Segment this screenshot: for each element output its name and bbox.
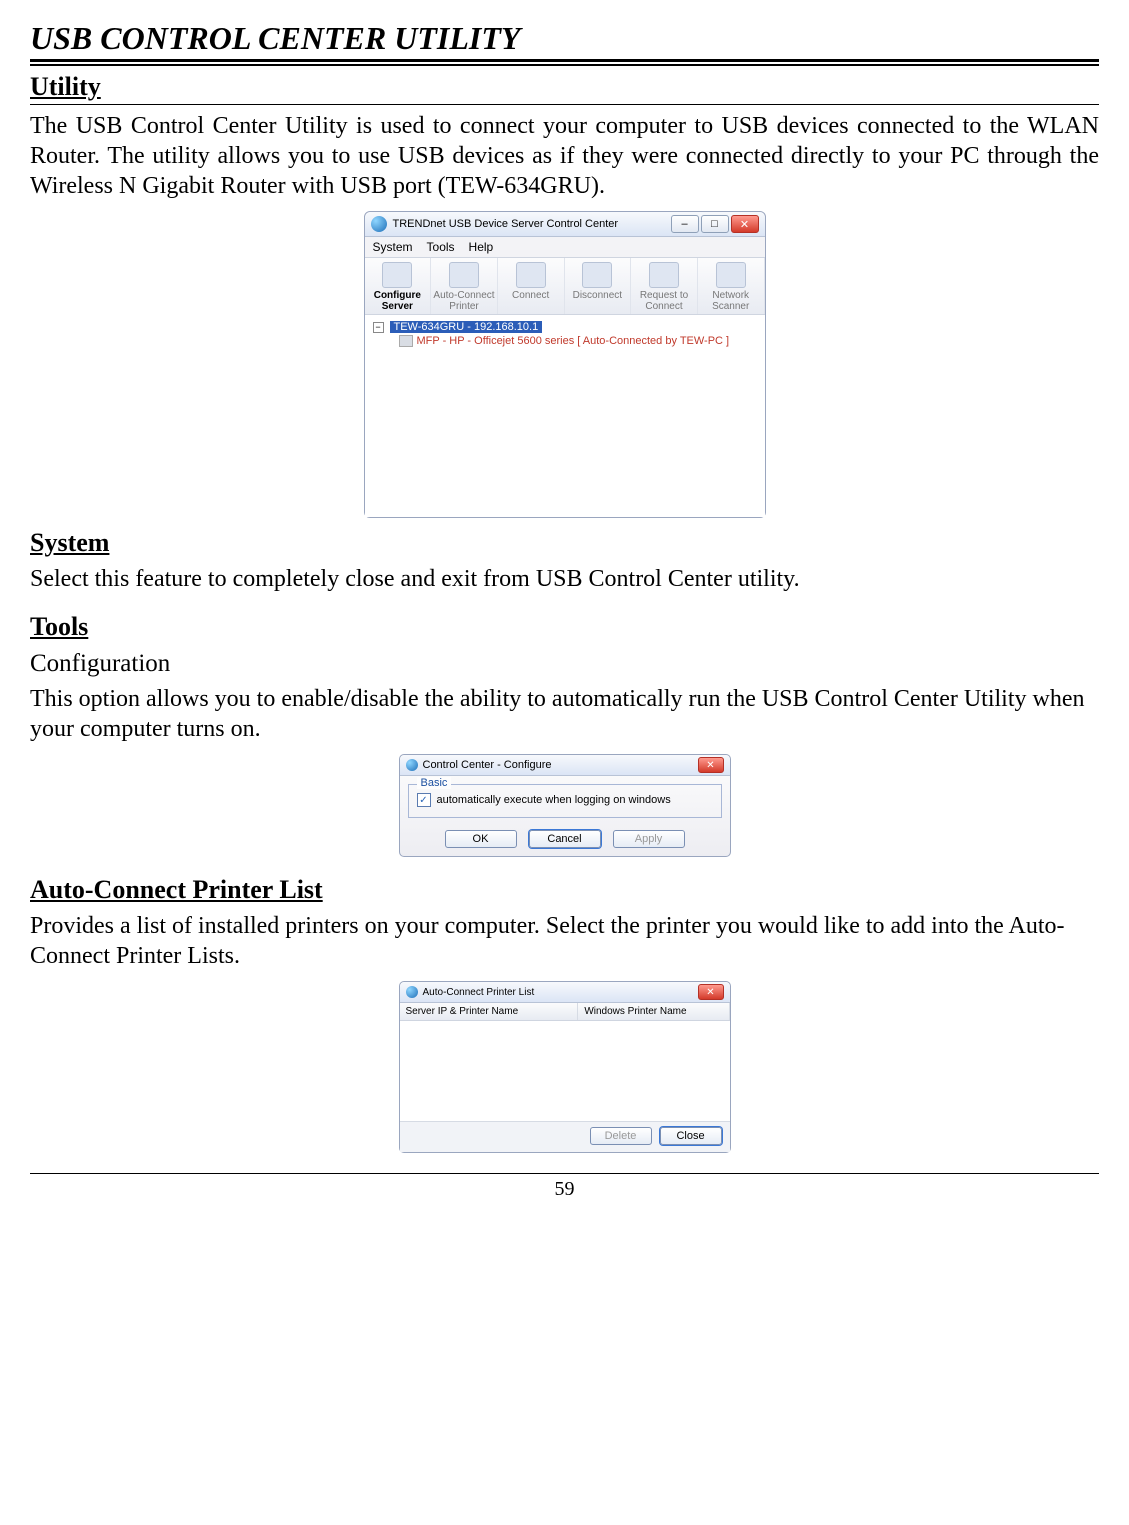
menu-help[interactable]: Help: [469, 240, 494, 254]
page-title: USB CONTROL CENTER UTILITY: [30, 20, 1099, 62]
utility-paragraph: The USB Control Center Utility is used t…: [30, 111, 1099, 201]
dialog-titlebar: Control Center - Configure ✕: [400, 755, 730, 776]
dialog-button-row: OK Cancel Apply: [400, 826, 730, 856]
autoconnect-heading: Auto-Connect Printer List: [30, 875, 1099, 905]
page-number: 59: [555, 1178, 575, 1200]
toolbar-network-scanner[interactable]: Network Scanner: [698, 258, 765, 314]
acpl-dialog: Auto-Connect Printer List ✕ Server IP & …: [399, 981, 731, 1153]
configure-server-icon: [382, 262, 412, 288]
toolbar-label: Auto-Connect Printer: [433, 290, 494, 312]
autoconnect-paragraph: Provides a list of installed printers on…: [30, 911, 1099, 971]
utility-heading: Utility: [30, 72, 1099, 105]
request-connect-icon: [649, 262, 679, 288]
tree-child-label: MFP - HP - Officejet 5600 series [ Auto-…: [417, 335, 730, 347]
close-button[interactable]: Close: [660, 1127, 722, 1145]
col-server-ip[interactable]: Server IP & Printer Name: [400, 1003, 579, 1020]
delete-button[interactable]: Delete: [590, 1127, 652, 1145]
basic-group: Basic ✓ automatically execute when loggi…: [408, 784, 722, 818]
acpl-list-body[interactable]: [400, 1021, 730, 1121]
tree-root-label: TEW-634GRU - 192.168.10.1: [390, 321, 543, 333]
close-icon: ✕: [740, 218, 749, 231]
maximize-icon: □: [711, 218, 718, 230]
dialog-icon: [406, 759, 418, 771]
auto-connect-printer-icon: [449, 262, 479, 288]
system-paragraph: Select this feature to completely close …: [30, 564, 1099, 594]
app-icon: [371, 216, 387, 232]
acpl-close-button[interactable]: ✕: [698, 984, 724, 1000]
tree-expand-icon[interactable]: −: [373, 322, 384, 333]
network-scanner-icon: [716, 262, 746, 288]
dialog-close-button[interactable]: ✕: [698, 757, 724, 773]
printer-icon: [399, 335, 413, 347]
toolbar-auto-connect-printer[interactable]: Auto-Connect Printer: [431, 258, 498, 314]
menu-system[interactable]: System: [373, 240, 413, 254]
minimize-button[interactable]: –: [671, 215, 699, 233]
menu-tools[interactable]: Tools: [427, 240, 455, 254]
col-windows-printer[interactable]: Windows Printer Name: [578, 1003, 729, 1020]
disconnect-icon: [582, 262, 612, 288]
device-tree: − TEW-634GRU - 192.168.10.1 MFP - HP - O…: [365, 315, 765, 517]
toolbar-label: Configure Server: [374, 290, 421, 312]
checkbox-label: automatically execute when logging on wi…: [437, 794, 671, 806]
toolbar-connect[interactable]: Connect: [498, 258, 565, 314]
toolbar-label: Disconnect: [573, 290, 622, 301]
acpl-list-header: Server IP & Printer Name Windows Printer…: [400, 1003, 730, 1021]
system-heading: System: [30, 528, 1099, 558]
page-footer: 59: [30, 1173, 1099, 1201]
toolbar: Configure Server Auto-Connect Printer Co…: [365, 258, 765, 315]
toolbar-label: Network Scanner: [712, 290, 749, 312]
toolbar-configure-server[interactable]: Configure Server: [365, 258, 432, 314]
tree-child-node[interactable]: MFP - HP - Officejet 5600 series [ Auto-…: [399, 335, 757, 347]
apply-button[interactable]: Apply: [613, 830, 685, 848]
window-title: TRENDnet USB Device Server Control Cente…: [393, 218, 619, 230]
app-window: TRENDnet USB Device Server Control Cente…: [364, 211, 766, 518]
minimize-icon: –: [681, 218, 687, 230]
tools-sub: Configuration: [30, 650, 1099, 678]
connect-icon: [516, 262, 546, 288]
close-button[interactable]: ✕: [731, 215, 759, 233]
toolbar-label: Request to Connect: [640, 290, 688, 312]
ok-button[interactable]: OK: [445, 830, 517, 848]
menubar: System Tools Help: [365, 237, 765, 258]
titlebar: TRENDnet USB Device Server Control Cente…: [365, 212, 765, 237]
dialog-title: Control Center - Configure: [423, 759, 552, 771]
tools-paragraph: This option allows you to enable/disable…: [30, 684, 1099, 744]
autostart-checkbox-row[interactable]: ✓ automatically execute when logging on …: [417, 793, 713, 807]
tree-root-node[interactable]: − TEW-634GRU - 192.168.10.1: [373, 321, 757, 333]
checkbox-icon[interactable]: ✓: [417, 793, 431, 807]
group-legend: Basic: [417, 777, 452, 789]
title-rule: [30, 64, 1099, 66]
acpl-titlebar: Auto-Connect Printer List ✕: [400, 982, 730, 1003]
dialog-icon: [406, 986, 418, 998]
cancel-button[interactable]: Cancel: [529, 830, 601, 848]
acpl-title: Auto-Connect Printer List: [423, 987, 535, 998]
close-icon: ✕: [706, 987, 714, 998]
toolbar-request-to-connect[interactable]: Request to Connect: [631, 258, 698, 314]
maximize-button[interactable]: □: [701, 215, 729, 233]
close-icon: ✕: [706, 760, 714, 771]
tools-heading: Tools: [30, 612, 1099, 642]
acpl-button-row: Delete Close: [400, 1121, 730, 1152]
toolbar-disconnect[interactable]: Disconnect: [565, 258, 632, 314]
configure-dialog: Control Center - Configure ✕ Basic ✓ aut…: [399, 754, 731, 857]
toolbar-label: Connect: [512, 290, 549, 301]
